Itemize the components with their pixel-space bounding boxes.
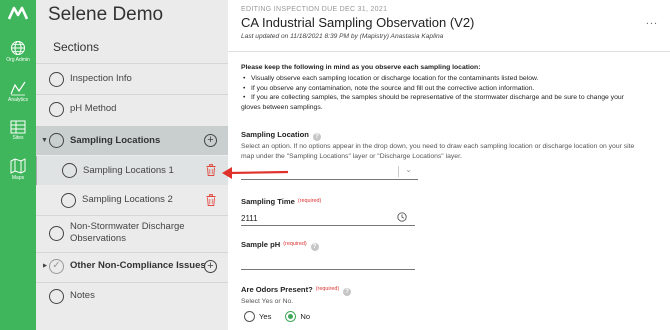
rail-org-admin[interactable]: Org Admin bbox=[0, 40, 36, 64]
chevron-down-icon[interactable]: ⌄ bbox=[405, 165, 412, 174]
header-divider bbox=[228, 51, 670, 52]
divider bbox=[36, 63, 228, 64]
section-inspection-info[interactable]: Inspection Info bbox=[36, 70, 228, 88]
radio-yes-circle[interactable] bbox=[244, 311, 255, 322]
due-caption: EDITING INSPECTION DUE DEC 31, 2021 bbox=[241, 6, 388, 13]
sections-panel: Selene Demo Sections Inspection Info pH … bbox=[36, 0, 228, 330]
odors-label-text: Are Odors Present? bbox=[241, 285, 313, 294]
instructions-list: Visually observe each sampling location … bbox=[241, 74, 666, 112]
analytics-icon bbox=[10, 81, 26, 96]
instruction-continuation: gloves between samplings. bbox=[241, 103, 323, 111]
hint-line2: map under the "Sampling Locations" layer… bbox=[241, 152, 462, 160]
section-label-line2: Observations bbox=[70, 233, 126, 244]
section-label: Other Non-Compliance Issues bbox=[70, 260, 206, 271]
main-form: EDITING INSPECTION DUE DEC 31, 2021 CA I… bbox=[228, 0, 670, 330]
mapistry-logo[interactable] bbox=[8, 6, 28, 20]
app-title: Selene Demo bbox=[48, 4, 164, 25]
sampling-location-select[interactable]: ⌄ bbox=[241, 164, 418, 180]
section-label: Sampling Locations 2 bbox=[82, 194, 173, 205]
divider bbox=[36, 282, 228, 283]
sampling-time-input[interactable] bbox=[241, 211, 415, 226]
instruction-item: Visually observe each sampling location … bbox=[241, 74, 666, 84]
section-status-icon bbox=[49, 71, 64, 87]
rail-sites-label: Sites bbox=[12, 135, 24, 141]
radio-no-circle[interactable] bbox=[285, 311, 297, 322]
rail-org-admin-label: Org Admin bbox=[6, 57, 30, 63]
section-label: Inspection Info bbox=[70, 73, 132, 84]
help-icon[interactable]: ? bbox=[312, 133, 321, 141]
sampling-location-label: Sampling Location? bbox=[241, 130, 321, 141]
delete-sampling-location-2-button[interactable] bbox=[206, 194, 216, 206]
section-label: Notes bbox=[70, 290, 95, 301]
sampling-time-label: Sampling Time (required) bbox=[241, 197, 321, 206]
sampling-location-label-text: Sampling Location bbox=[241, 130, 309, 139]
help-icon[interactable]: ? bbox=[310, 243, 319, 251]
required-tag: (required) bbox=[283, 241, 307, 247]
form-title: CA Industrial Sampling Observation (V2) bbox=[241, 15, 475, 30]
rail-analytics-label: Analytics bbox=[7, 97, 28, 103]
sample-ph-input[interactable] bbox=[241, 255, 415, 270]
add-sampling-location-button[interactable]: + bbox=[204, 134, 217, 147]
caret-down-icon[interactable]: ▼ bbox=[41, 137, 48, 144]
clock-icon[interactable] bbox=[397, 212, 407, 222]
section-notes[interactable]: Notes bbox=[36, 287, 228, 305]
section-status-icon bbox=[62, 163, 77, 178]
divider bbox=[36, 94, 228, 95]
instruction-item: If you observe any contamination, note t… bbox=[241, 84, 666, 94]
hint-line1: Select an option. If no options appear i… bbox=[241, 143, 635, 150]
sections-heading: Sections bbox=[53, 40, 100, 54]
sample-ph-label-text: Sample pH bbox=[241, 240, 281, 249]
required-tag: (required) bbox=[297, 198, 322, 204]
section-label-line1: Non-Stormwater Discharge bbox=[70, 221, 185, 232]
radio-no[interactable]: No bbox=[285, 311, 310, 322]
sampling-location-hint: Select an option. If no options appear i… bbox=[241, 142, 666, 161]
select-separator bbox=[398, 166, 399, 177]
divider bbox=[36, 252, 228, 253]
section-label: pH Method bbox=[70, 103, 117, 114]
odors-label: Are Odors Present? (required)? bbox=[241, 285, 352, 296]
sites-icon bbox=[10, 120, 26, 134]
divider bbox=[36, 215, 228, 216]
globe-icon bbox=[11, 41, 25, 55]
rail-sites[interactable]: Sites bbox=[0, 120, 36, 142]
section-status-icon bbox=[49, 101, 64, 117]
check-circle-icon: ✓ bbox=[49, 258, 64, 274]
section-sampling-locations-1[interactable]: Sampling Locations 1 bbox=[36, 156, 228, 185]
radio-yes-label: Yes bbox=[259, 312, 272, 321]
section-other-non-compliance[interactable]: ✓ Other Non-Compliance Issues bbox=[36, 257, 228, 275]
radio-no-label: No bbox=[300, 312, 311, 321]
delete-sampling-location-1-button[interactable] bbox=[206, 164, 216, 176]
odors-radio-group: Yes No bbox=[244, 311, 324, 322]
help-icon[interactable]: ? bbox=[343, 288, 352, 296]
section-non-stormwater-discharge[interactable]: Non-Stormwater Discharge Observations bbox=[36, 220, 228, 246]
map-icon bbox=[10, 158, 26, 174]
section-status-icon bbox=[49, 225, 64, 241]
section-label: Non-Stormwater Discharge Observations bbox=[70, 221, 185, 245]
rail-analytics[interactable]: Analytics bbox=[0, 80, 36, 104]
radio-yes[interactable]: Yes bbox=[244, 311, 271, 322]
required-tag: (required) bbox=[315, 286, 340, 292]
section-sampling-locations[interactable]: Sampling Locations bbox=[36, 126, 228, 155]
section-status-icon bbox=[61, 192, 76, 208]
rail-maps-label: Maps bbox=[11, 175, 25, 181]
section-label: Sampling Locations bbox=[70, 134, 161, 146]
section-status-icon bbox=[49, 133, 64, 148]
instruction-item: If you are collecting samples, the sampl… bbox=[241, 93, 666, 103]
sampling-time-label-text: Sampling Time bbox=[241, 197, 295, 206]
last-updated: Last updated on 11/18/2021 8:39 PM by (M… bbox=[241, 33, 444, 40]
app-rail: Org Admin Analytics Sites Maps bbox=[0, 0, 36, 330]
instruction-item-continued: gloves between samplings. bbox=[241, 103, 666, 113]
more-options-button[interactable]: ... bbox=[646, 15, 658, 27]
section-ph-method[interactable]: pH Method bbox=[36, 100, 228, 118]
section-sampling-locations-2[interactable]: Sampling Locations 2 bbox=[36, 191, 228, 209]
instructions-heading: Please keep the following in mind as you… bbox=[241, 64, 481, 71]
section-label: Sampling Locations 1 bbox=[83, 164, 174, 176]
section-status-icon bbox=[49, 288, 64, 304]
odors-hint: Select Yes or No. bbox=[241, 298, 294, 305]
add-non-compliance-button[interactable]: + bbox=[204, 260, 217, 273]
rail-maps[interactable]: Maps bbox=[0, 158, 36, 182]
sample-ph-label: Sample pH (required)? bbox=[241, 240, 319, 251]
